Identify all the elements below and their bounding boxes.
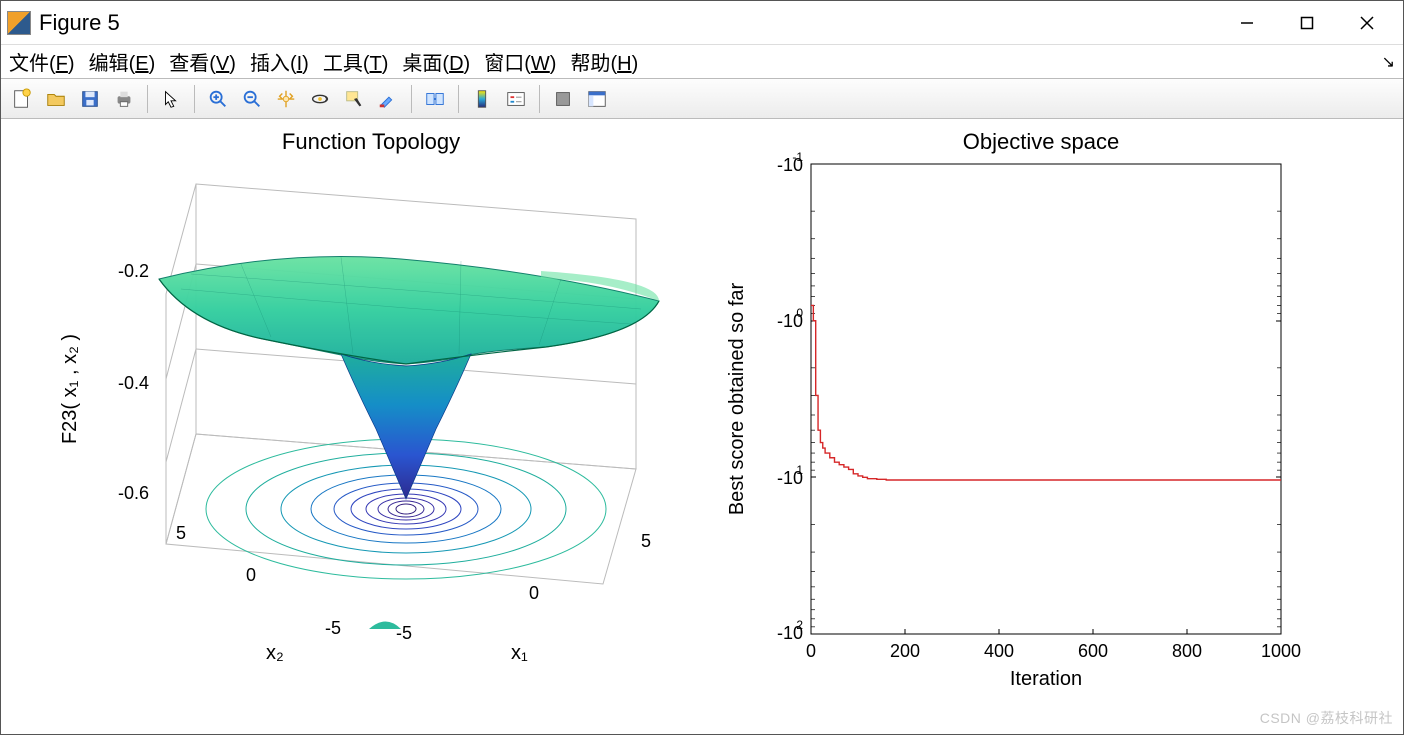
print-button[interactable]	[109, 84, 139, 114]
xlabel: Iteration	[1010, 668, 1082, 690]
surface-plateau	[159, 257, 659, 365]
zoom-out-button[interactable]	[237, 84, 267, 114]
show-plot-tools-button[interactable]	[582, 84, 612, 114]
menu-window[interactable]: 窗口(W)	[484, 47, 556, 76]
svg-text:600: 600	[1078, 641, 1108, 661]
minimize-button[interactable]	[1217, 3, 1277, 43]
menu-tools[interactable]: 工具(T)	[323, 47, 389, 76]
svg-text:400: 400	[984, 641, 1014, 661]
ztick: -0.6	[118, 483, 149, 503]
hide-plot-tools-button[interactable]	[548, 84, 578, 114]
figure-window: Figure 5 文件(F) 编辑(E) 查看(V) 插入(I) 工具(T) 桌…	[0, 0, 1404, 735]
svg-text:1000: 1000	[1261, 641, 1301, 661]
toolbar	[1, 79, 1403, 119]
toolbar-separator	[194, 85, 195, 113]
toolbar-separator	[147, 85, 148, 113]
xtick: 0	[529, 583, 539, 603]
dock-arrow-icon[interactable]: ↘	[1382, 52, 1395, 72]
legend-button[interactable]	[501, 84, 531, 114]
titlebar: Figure 5	[1, 1, 1403, 45]
menu-help[interactable]: 帮助(H)	[570, 47, 638, 76]
ytick: -5	[325, 618, 341, 638]
zlabel: F23( x₁ , x₂ )	[59, 334, 81, 444]
ytick: 5	[176, 523, 186, 543]
svg-text:0: 0	[796, 306, 803, 320]
new-figure-button[interactable]	[7, 84, 37, 114]
ztick: -0.2	[118, 261, 149, 281]
subplot-left[interactable]: Function Topology -0.2 -0.4	[41, 129, 701, 709]
menu-insert[interactable]: 插入(I)	[250, 47, 309, 76]
watermark: CSDN @荔枝科研社	[1260, 708, 1393, 728]
save-button[interactable]	[75, 84, 105, 114]
svg-text:800: 800	[1172, 641, 1202, 661]
toolbar-separator	[539, 85, 540, 113]
menubar: 文件(F) 编辑(E) 查看(V) 插入(I) 工具(T) 桌面(D) 窗口(W…	[1, 45, 1403, 79]
xlabel: x₁	[511, 642, 528, 664]
pan-button[interactable]	[271, 84, 301, 114]
menu-file[interactable]: 文件(F)	[9, 47, 75, 76]
ylabel: x₂	[266, 642, 284, 664]
xtick: -5	[396, 623, 412, 643]
ylabel: Best score obtained so far	[726, 282, 748, 515]
subplot-right[interactable]: Objective space -10-1 -100 -101 -102	[721, 129, 1361, 709]
close-button[interactable]	[1337, 3, 1397, 43]
figure-canvas: Function Topology -0.2 -0.4	[1, 119, 1403, 734]
right-plot-title: Objective space	[721, 129, 1361, 155]
zoom-in-button[interactable]	[203, 84, 233, 114]
menu-desktop[interactable]: 桌面(D)	[402, 47, 470, 76]
maximize-button[interactable]	[1277, 3, 1337, 43]
brush-button[interactable]	[373, 84, 403, 114]
convergence-plot: -10-1 -100 -101 -102 0	[721, 129, 1361, 709]
svg-text:2: 2	[796, 618, 803, 632]
link-plots-button[interactable]	[420, 84, 450, 114]
pointer-button[interactable]	[156, 84, 186, 114]
matlab-icon	[7, 11, 31, 35]
yticks: -10-1 -100 -101 -102	[777, 150, 803, 643]
ytick: 0	[246, 565, 256, 585]
surface3d-plot: -0.2 -0.4 -0.6 5 0 -5 5 0 -5 F23( x₁ , x…	[41, 129, 701, 709]
window-title: Figure 5	[39, 10, 120, 36]
svg-text:200: 200	[890, 641, 920, 661]
ztick: -0.4	[118, 373, 149, 393]
toolbar-separator	[458, 85, 459, 113]
xtick: 5	[641, 531, 651, 551]
svg-text:1: 1	[796, 463, 803, 477]
colorbar-button[interactable]	[467, 84, 497, 114]
open-button[interactable]	[41, 84, 71, 114]
toolbar-separator	[411, 85, 412, 113]
surface-well	[341, 354, 471, 499]
window-controls	[1217, 3, 1397, 43]
rotate3d-button[interactable]	[305, 84, 335, 114]
menu-edit[interactable]: 编辑(E)	[89, 47, 156, 76]
xticks: 0 200 400 600 800 1000	[806, 641, 1301, 661]
menu-view[interactable]: 查看(V)	[169, 47, 236, 76]
svg-text:0: 0	[806, 641, 816, 661]
data-cursor-button[interactable]	[339, 84, 369, 114]
